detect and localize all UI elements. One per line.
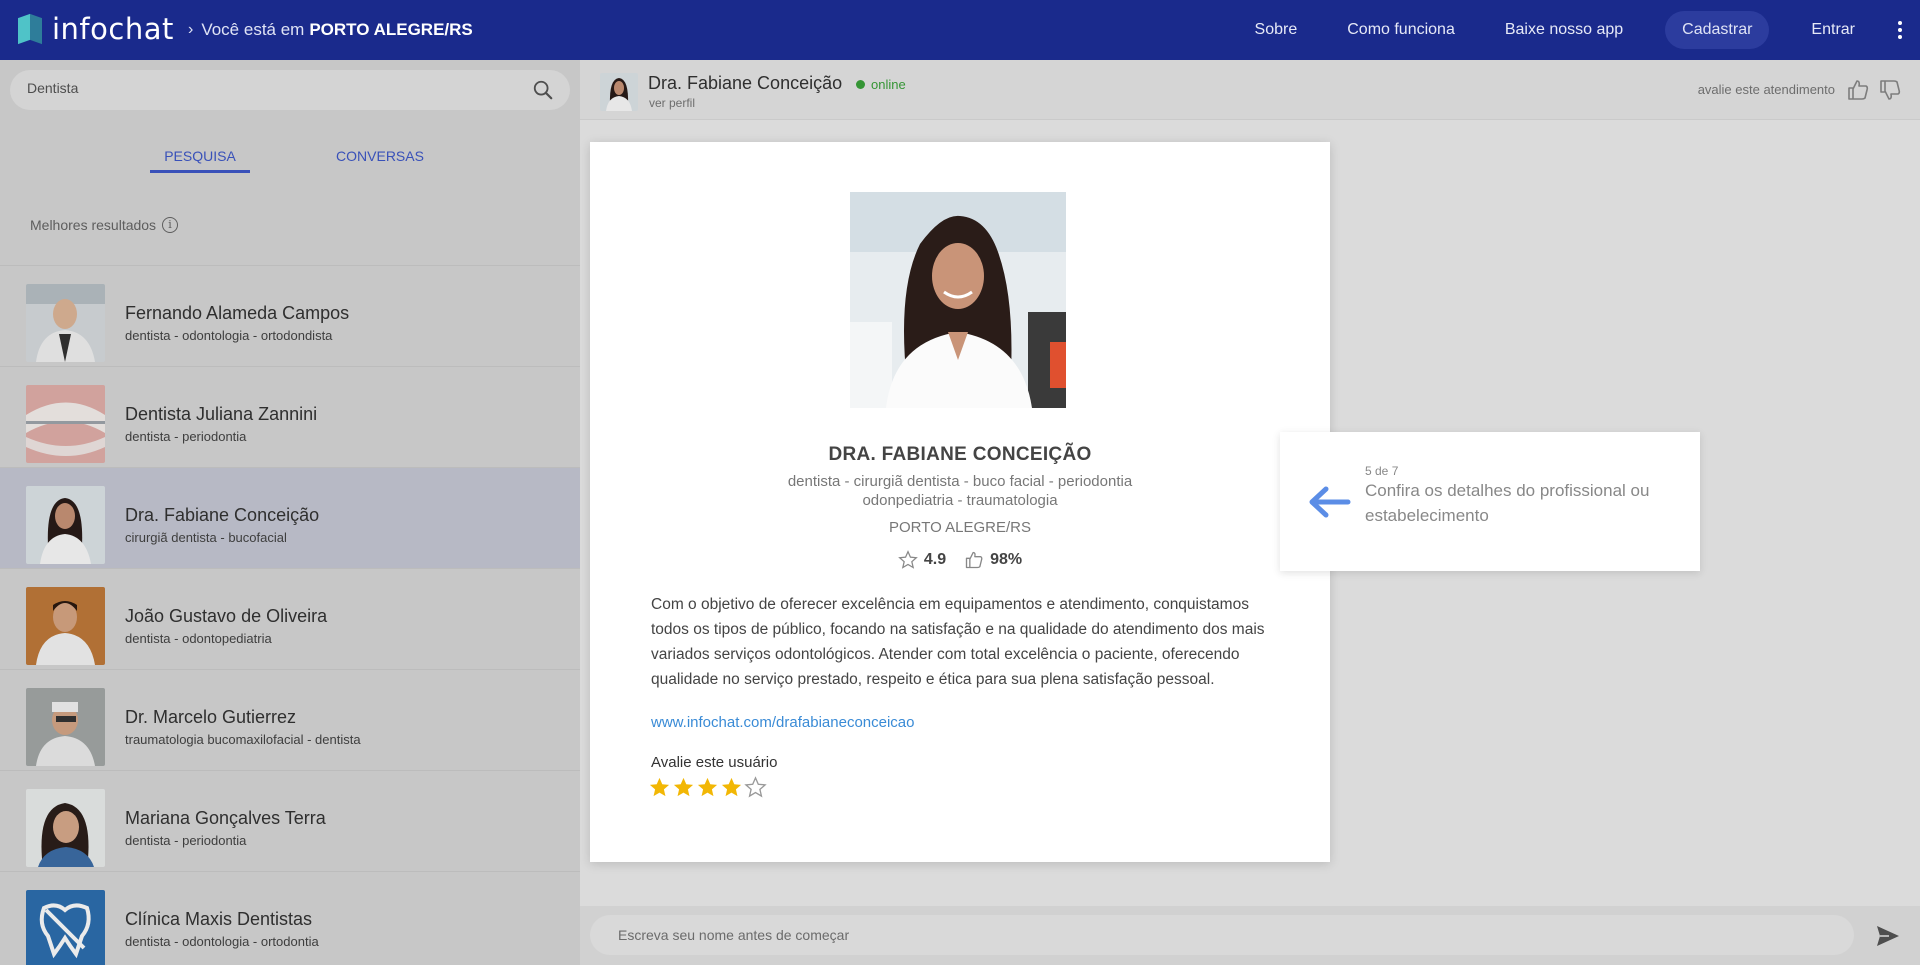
star-filled-icon[interactable] <box>696 776 719 799</box>
star-filled-icon[interactable] <box>648 776 671 799</box>
more-options-icon[interactable] <box>1880 21 1920 39</box>
nav-app-link[interactable]: Baixe nosso app <box>1480 21 1648 39</box>
tour-text: Confira os detalhes do profissional ou e… <box>1365 481 1650 525</box>
logo-mark-icon <box>18 12 44 46</box>
rating-stat: 4.9 <box>898 550 946 570</box>
star-filled-icon[interactable] <box>720 776 743 799</box>
profile-link[interactable]: www.infochat.com/drafabianeconceicao <box>651 714 914 731</box>
nav-como-funciona-link[interactable]: Como funciona <box>1322 21 1480 39</box>
tour-step: 5 de 7 <box>1365 464 1399 478</box>
profile-city: PORTO ALEGRE/RS <box>889 519 1031 536</box>
location-city: PORTO ALEGRE/RS <box>309 20 473 39</box>
profile-specialties: dentista - cirurgiã dentista - buco faci… <box>760 472 1160 510</box>
current-location: › Você está em PORTO ALEGRE/RS <box>188 20 473 40</box>
tour-tooltip: 5 de 7 Confira os detalhes do profission… <box>1280 432 1700 571</box>
rate-user-label: Avalie este usuário <box>651 754 778 771</box>
profile-photo <box>850 192 1066 408</box>
arrow-left-icon[interactable] <box>1308 486 1352 518</box>
profile-stats: 4.9 98% <box>590 550 1330 570</box>
profile-specialties-line2: odonpediatria - traumatologia <box>862 492 1058 509</box>
thumbs-up-icon <box>965 551 983 569</box>
nav-sobre-link[interactable]: Sobre <box>1230 21 1323 39</box>
approval-stat: 98% <box>964 550 1022 570</box>
logo-text: infochat <box>52 12 174 46</box>
star-filled-icon[interactable] <box>672 776 695 799</box>
profile-description: Com o objetivo de oferecer excelência em… <box>651 596 1265 688</box>
rating-value: 4.9 <box>923 551 947 568</box>
cadastrar-button[interactable]: Cadastrar <box>1665 11 1770 49</box>
profile-specialties-line1: dentista - cirurgiã dentista - buco faci… <box>787 473 1133 490</box>
star-outline-icon <box>898 550 918 569</box>
profile-modal: DRA. FABIANE CONCEIÇÃO dentista - cirurg… <box>590 142 1330 862</box>
location-prefix: Você está em <box>201 20 305 39</box>
profile-name: DRA. FABIANE CONCEIÇÃO <box>828 444 1092 465</box>
rate-user-stars <box>648 776 768 799</box>
chevron-right-icon: › <box>188 21 194 38</box>
approval-value: 98% <box>990 551 1023 568</box>
entrar-link[interactable]: Entrar <box>1786 21 1880 39</box>
infochat-logo[interactable]: infochat <box>18 12 174 46</box>
top-navigation-bar: infochat › Você está em PORTO ALEGRE/RS … <box>0 0 1920 60</box>
star-empty-icon[interactable] <box>744 776 767 799</box>
main-nav: Sobre Como funciona Baixe nosso app Cada… <box>1230 0 1920 60</box>
